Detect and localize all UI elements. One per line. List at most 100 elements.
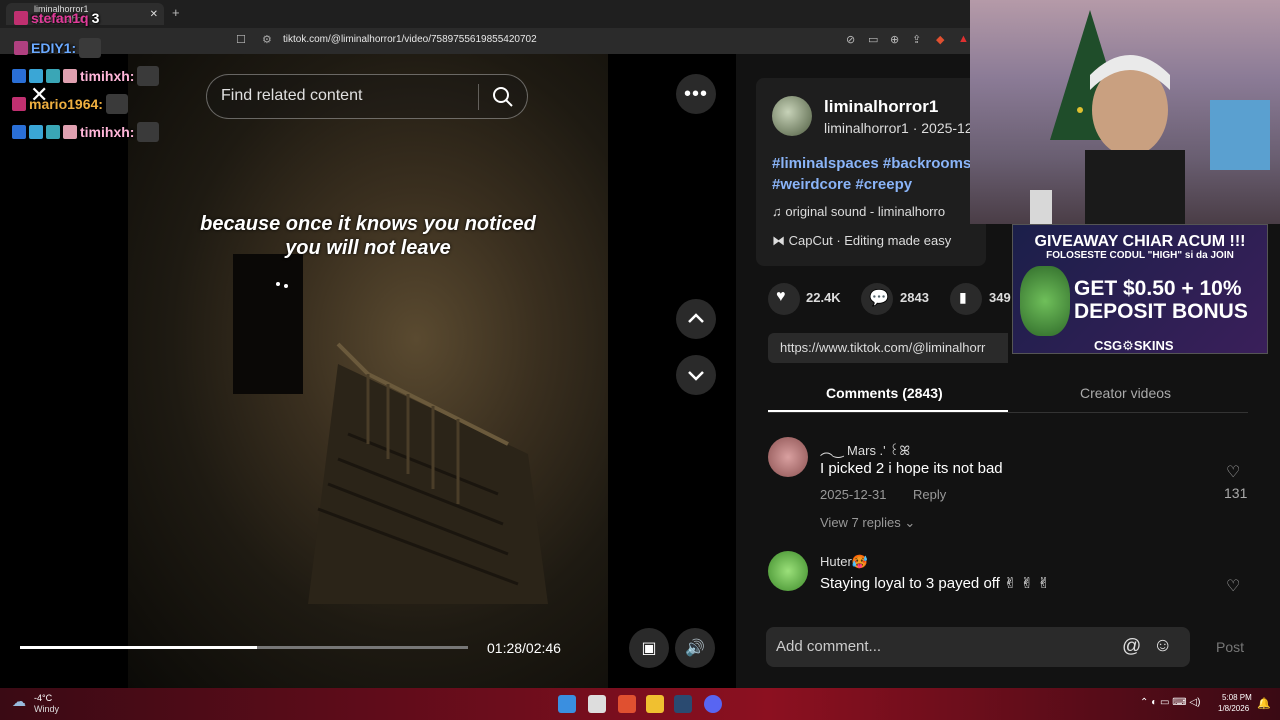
chat-user: timihxh:: [80, 124, 135, 140]
sound-link[interactable]: ♫ original sound - liminalhorro: [772, 204, 945, 219]
share-icon[interactable]: ⇪: [912, 33, 921, 46]
brave-browser-icon[interactable]: [618, 695, 636, 713]
chat-user: timihxh:: [80, 68, 135, 84]
next-video-button[interactable]: [676, 355, 716, 395]
music-note-icon: ♫: [772, 204, 786, 219]
commenter-name[interactable]: Huter🥵: [820, 554, 868, 570]
comment-button[interactable]: 💬: [861, 283, 893, 315]
chat-emote-icon: [105, 94, 128, 114]
notification-icon[interactable]: 🔔: [1257, 697, 1271, 710]
video-player[interactable]: [128, 54, 608, 688]
chat-badge-icon: [12, 97, 26, 111]
like-count: 22.4K: [806, 290, 841, 305]
url-field[interactable]: tiktok.com/@liminalhorror1/video/7589755…: [283, 34, 537, 45]
chat-message: EDIY1:: [14, 38, 102, 58]
brave-rewards-icon[interactable]: ▲: [958, 33, 969, 45]
chevron-down-icon: [688, 371, 704, 381]
post-hashtags[interactable]: #liminalspaces #backrooms #weirdcore #cr…: [772, 153, 972, 195]
chat-emote-icon: [137, 122, 160, 142]
vip-badge-icon: [29, 69, 43, 83]
comment-like-icon[interactable]: ♡: [1226, 576, 1240, 596]
more-icon: •••: [683, 82, 708, 105]
chat-message: timihxh:: [12, 122, 160, 142]
clock-date[interactable]: 1/8/2026: [1218, 704, 1249, 713]
comment-like-icon[interactable]: ♡: [1226, 462, 1240, 482]
search-icon[interactable]: [490, 84, 516, 110]
comment-text: I picked 2 i hope its not bad: [820, 460, 1003, 477]
weather-desc: Windy: [34, 704, 60, 714]
ad-offer-line2: DEPOSIT BONUS: [1074, 300, 1248, 323]
capcut-link[interactable]: ⧓ CapCut · Editing made easy: [772, 233, 951, 249]
post-comment-button[interactable]: Post: [1216, 639, 1244, 655]
system-tray-icons[interactable]: ⌃ ◐ ▭ ⌨ ◁): [1140, 697, 1200, 708]
active-tab-indicator: [768, 410, 1008, 412]
windows-taskbar: [0, 688, 1280, 720]
webcam-scene-illustration: [1030, 10, 1270, 224]
commenter-avatar[interactable]: [768, 551, 808, 591]
capcut-label: CapCut · Editing made easy: [788, 233, 952, 248]
save-button[interactable]: ▮: [950, 283, 982, 315]
tab-creator-videos[interactable]: Creator videos: [1080, 385, 1171, 401]
comment-text: Staying loyal to 3 payed off ✌ ✌ ✌: [820, 575, 1051, 592]
video-caption: because once it knows you noticed you wi…: [128, 212, 608, 260]
more-options-button[interactable]: •••: [676, 74, 716, 114]
cast-icon[interactable]: ▭: [868, 33, 878, 46]
brave-shield-icon[interactable]: ◆: [936, 33, 944, 46]
site-info-icon[interactable]: ⚙: [262, 33, 272, 46]
commenter-avatar[interactable]: [768, 437, 808, 477]
zoom-icon[interactable]: ⊕: [890, 33, 899, 46]
volume-button[interactable]: 🔊: [675, 628, 715, 668]
chat-message: stefan1q 3: [14, 10, 99, 26]
comment-like-count: 131: [1224, 485, 1248, 501]
gift-badge-icon: [63, 69, 77, 83]
creator-avatar[interactable]: [772, 96, 812, 136]
windows-start-icon[interactable]: [558, 695, 576, 713]
pip-icon: ▣: [641, 640, 657, 657]
moderator-badge-icon: [12, 69, 26, 83]
chat-badge-icon: [14, 41, 28, 55]
chevron-up-icon: [688, 313, 704, 323]
pip-button[interactable]: ▣: [629, 628, 669, 668]
goblin-mascot-icon: [1020, 266, 1070, 336]
search-divider: [478, 84, 479, 110]
reply-button[interactable]: Reply: [913, 487, 946, 502]
sub-badge-icon: [46, 69, 60, 83]
discord-icon[interactable]: [704, 695, 722, 713]
view-replies-label: View 7 replies: [820, 515, 901, 530]
file-explorer-icon[interactable]: [646, 695, 664, 713]
view-replies-button[interactable]: View 7 replies ⌄: [820, 515, 915, 531]
comment-count: 2843: [900, 290, 929, 305]
volume-icon: 🔊: [685, 640, 705, 657]
like-button[interactable]: ♥: [768, 283, 800, 315]
steam-icon[interactable]: [674, 695, 692, 713]
comment-icon: 💬: [869, 290, 889, 307]
new-tab-icon[interactable]: +: [172, 5, 180, 20]
clock-time[interactable]: 5:08 PM: [1222, 693, 1252, 702]
creator-subline: liminalhorror1 · 2025-12: [824, 120, 973, 136]
sound-name: original sound - liminalhorro: [785, 204, 946, 219]
creator-username[interactable]: liminalhorror1: [824, 97, 938, 117]
weather-icon[interactable]: ☁: [12, 693, 26, 710]
capcut-icon: ⧓: [772, 233, 789, 248]
previous-video-button[interactable]: [676, 299, 716, 339]
copy-link-field[interactable]: https://www.tiktok.com/@liminalhorr: [768, 333, 1008, 363]
task-view-icon[interactable]: [588, 695, 606, 713]
weather-temp: -4°C: [34, 693, 53, 703]
comment-date: 2025-12-31: [820, 487, 887, 502]
chat-emote-icon: [137, 66, 160, 86]
tab-comments[interactable]: Comments (2843): [826, 385, 943, 401]
video-progress-bar[interactable]: [20, 646, 468, 649]
bookmark-icon[interactable]: ☐: [236, 33, 246, 46]
save-count: 349: [989, 290, 1011, 305]
chat-user: EDIY1:: [31, 40, 77, 56]
add-comment-placeholder: Add comment...: [776, 638, 882, 655]
tab-close-icon[interactable]: ✕: [150, 9, 158, 20]
extension-icon[interactable]: ⊘: [846, 33, 855, 46]
commenter-name[interactable]: ︵‿ Mars .' ꒰ꕤ: [820, 440, 910, 459]
sub-badge-icon: [46, 125, 60, 139]
close-video-icon[interactable]: ✕: [30, 82, 48, 108]
mention-icon[interactable]: @: [1122, 636, 1141, 658]
emoji-icon[interactable]: ☺: [1153, 635, 1172, 657]
related-search-placeholder: Find related content: [221, 87, 363, 104]
heart-icon: ♥: [776, 288, 786, 305]
